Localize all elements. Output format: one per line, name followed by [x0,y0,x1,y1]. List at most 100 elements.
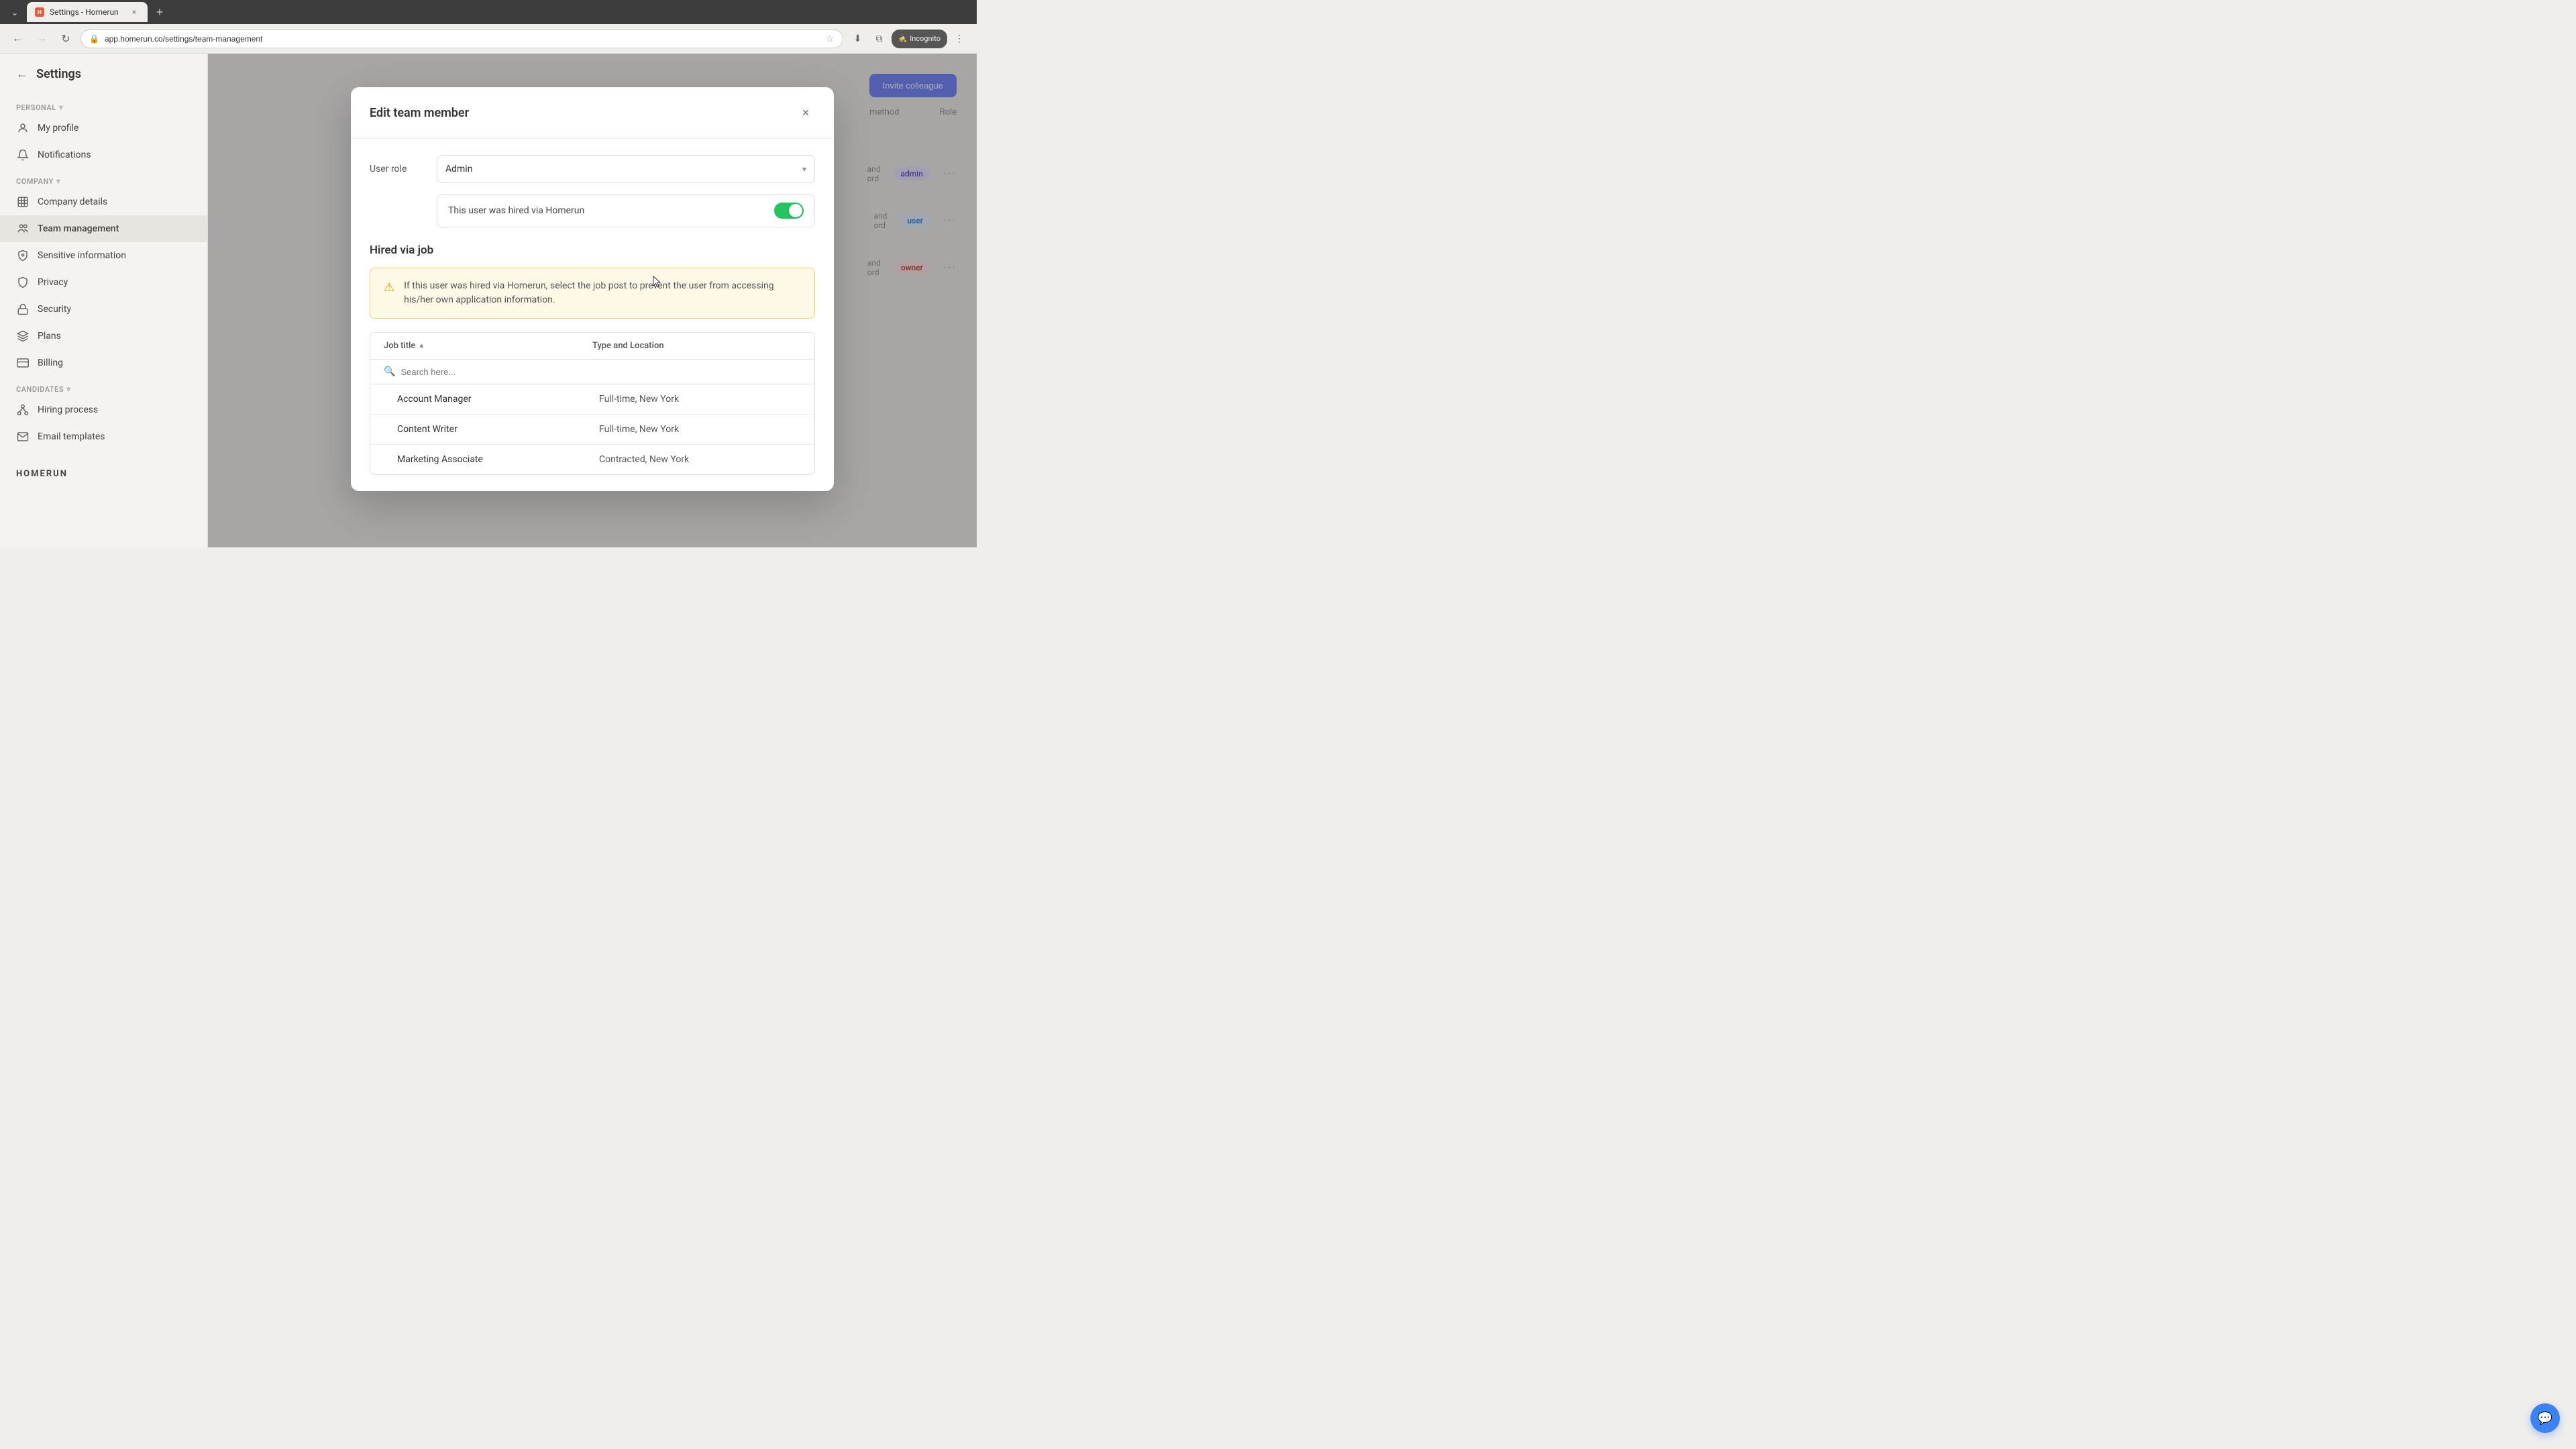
sidebar-item-label-security: Security [38,304,71,315]
layers-icon [16,329,30,343]
th-job-title-label: Job title [384,341,415,351]
tab-switcher[interactable]: ⌄ [5,3,24,21]
sort-asc-icon[interactable]: ▲ [418,342,425,350]
star-icon: ☆ [826,34,835,44]
url-input[interactable] [105,34,820,44]
modal-header: Edit team member × [351,87,834,139]
sidebar-item-sensitive-information[interactable]: Sensitive information [0,242,207,269]
job-row-1[interactable]: Content Writer Full-time, New York [370,415,814,445]
sidebar-item-privacy[interactable]: Privacy [0,269,207,296]
group-icon [16,222,30,235]
search-row: 🔍 [370,360,814,384]
split-view-button[interactable]: ⧉ [870,30,889,48]
warning-icon: ⚠ [384,280,394,307]
hired-via-homerun-row: This user was hired via Homerun [437,194,815,227]
reload-button[interactable]: ↻ [56,30,75,48]
edit-team-member-modal: Edit team member × User role Admin ▾ Thi… [351,87,834,491]
tab-close-button[interactable]: × [129,7,140,17]
user-role-row: User role Admin ▾ [370,155,815,183]
tab-title: Settings - Homerun [50,7,123,17]
person-icon [16,121,30,135]
warning-text: If this user was hired via Homerun, sele… [404,279,801,307]
role-select[interactable]: Admin ▾ [437,155,815,183]
sidebar-item-label-email-templates: Email templates [38,431,105,442]
homerun-logo: HOMERUN [16,469,191,479]
th-type-location-label: Type and Location [592,341,664,351]
sidebar-item-billing[interactable]: Billing [0,350,207,376]
job-row-2[interactable]: Marketing Associate Contracted, New York [370,445,814,474]
sidebar-item-my-profile[interactable]: My profile [0,115,207,142]
job-location-0: Full-time, New York [599,394,801,405]
incognito-badge: 🕵 Incognito [892,30,948,48]
sidebar-item-plans[interactable]: Plans [0,323,207,350]
back-button[interactable]: ← [8,30,27,48]
warning-box: ⚠ If this user was hired via Homerun, se… [370,268,815,319]
sidebar-item-label-billing: Billing [38,358,63,368]
sidebar-item-label-hiring-process: Hiring process [38,405,98,415]
hired-via-job-section: Hired via job ⚠ If this user was hired v… [370,244,815,475]
th-job-title: Job title ▲ [384,341,592,351]
download-button[interactable]: ⬇ [849,30,867,48]
new-tab-button[interactable]: + [150,3,169,21]
forward-button[interactable]: → [32,30,51,48]
settings-title: Settings [36,67,81,81]
tab-bar: ⌄ H Settings - Homerun × + [0,0,977,24]
search-icon: 🔍 [384,366,395,377]
logo-container: HOMERUN [0,455,207,479]
sidebar-header: ← Settings [0,67,207,95]
sidebar-item-security[interactable]: Security [0,296,207,323]
modal-title: Edit team member [370,106,469,120]
job-table: Job title ▲ Type and Location 🔍 [370,332,815,475]
incognito-icon: 🕵 [898,34,908,43]
browser-chrome: ⌄ H Settings - Homerun × + ← → ↻ 🔒 ☆ ⬇ ⧉… [0,0,977,54]
hired-via-job-heading: Hired via job [370,244,815,257]
settings-back-button[interactable]: ← [16,67,28,81]
sidebar-item-label-sensitive-information: Sensitive information [38,250,126,261]
table-header-row: Job title ▲ Type and Location [370,333,814,360]
sidebar-item-label-privacy: Privacy [38,277,68,288]
job-location-1: Full-time, New York [599,424,801,435]
job-row-0[interactable]: Account Manager Full-time, New York [370,384,814,415]
sidebar-item-label-company-details: Company details [38,197,107,207]
modal-body: User role Admin ▾ This user was hired vi… [351,139,834,491]
sidebar-item-label-notifications: Notifications [38,150,91,160]
hired-via-toggle[interactable] [774,203,804,219]
sidebar: ← Settings Personal ▾ My profile Notific… [0,54,208,547]
toggle-label: This user was hired via Homerun [448,205,584,216]
job-search-input[interactable] [400,367,801,377]
th-type-location: Type and Location [592,341,801,351]
personal-section-label: Personal ▾ [0,95,207,115]
browser-tab-active[interactable]: H Settings - Homerun × [27,2,148,22]
sidebar-item-company-details[interactable]: Company details [0,189,207,215]
company-section-label: Company ▾ [0,168,207,189]
mail-icon [16,430,30,443]
address-bar[interactable]: 🔒 ☆ [80,30,843,48]
main-content: Invite colleague method Role andord admi… [208,54,977,547]
menu-button[interactable]: ⋮ [950,30,969,48]
flow-icon [16,403,30,417]
job-location-2: Contracted, New York [599,454,801,465]
sidebar-item-email-templates[interactable]: Email templates [0,423,207,450]
nav-bar: ← → ↻ 🔒 ☆ ⬇ ⧉ 🕵 Incognito ⋮ [0,24,977,54]
lock-icon: 🔒 [89,34,99,44]
tab-favicon: H [35,7,44,17]
sidebar-item-hiring-process[interactable]: Hiring process [0,396,207,423]
shield-lock-icon [16,249,30,262]
user-role-label: User role [370,164,423,174]
bell-icon [16,148,30,162]
sidebar-item-label-team-management: Team management [38,223,119,234]
job-title-2: Marketing Associate [397,454,599,465]
job-title-0: Account Manager [397,394,599,405]
modal-close-button[interactable]: × [796,103,815,122]
toggle-thumb [789,204,802,217]
incognito-label: Incognito [910,34,941,43]
role-select-value: Admin [445,164,472,174]
candidates-section-label: Candidates ▾ [0,376,207,396]
sidebar-item-team-management[interactable]: Team management [0,215,207,242]
app-layout: ← Settings Personal ▾ My profile Notific… [0,54,977,547]
sidebar-item-label-plans: Plans [38,331,61,341]
credit-card-icon [16,356,30,370]
sidebar-item-notifications[interactable]: Notifications [0,142,207,168]
building-icon [16,195,30,209]
shield-icon [16,276,30,289]
